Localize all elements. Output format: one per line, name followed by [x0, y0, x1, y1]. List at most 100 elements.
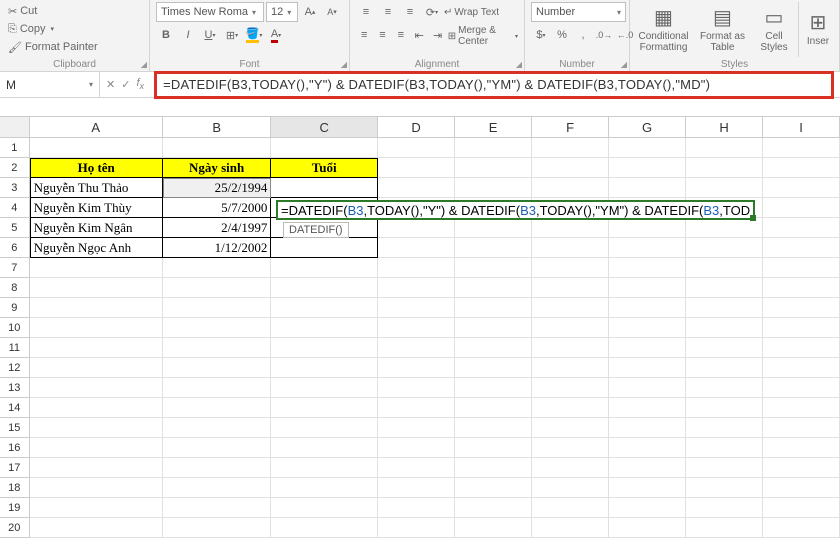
cell[interactable]	[455, 498, 532, 518]
cell[interactable]	[378, 218, 455, 238]
cell[interactable]	[686, 518, 763, 538]
cell[interactable]	[686, 458, 763, 478]
cell[interactable]	[455, 438, 532, 458]
cell[interactable]	[686, 278, 763, 298]
cell[interactable]	[686, 358, 763, 378]
decimal-inc-button[interactable]: .0→	[594, 25, 614, 45]
comma-button[interactable]: ,	[573, 25, 593, 45]
cell[interactable]	[271, 378, 378, 398]
dialog-launcher-icon[interactable]: ◢	[341, 60, 347, 69]
cell[interactable]	[763, 358, 840, 378]
row-header[interactable]: 17	[0, 458, 30, 478]
align-top-button[interactable]: ≡	[356, 2, 376, 22]
cell[interactable]: Nguyễn Thu Thảo	[30, 178, 163, 198]
cell[interactable]	[30, 478, 163, 498]
cell[interactable]	[30, 518, 163, 538]
cell[interactable]	[609, 518, 686, 538]
cell[interactable]	[30, 358, 163, 378]
cell[interactable]	[532, 478, 609, 498]
cell[interactable]	[686, 498, 763, 518]
cell[interactable]	[609, 238, 686, 258]
cell[interactable]	[271, 138, 378, 158]
cell[interactable]	[271, 318, 378, 338]
row-header[interactable]: 12	[0, 358, 30, 378]
cell[interactable]	[455, 458, 532, 478]
cell[interactable]	[532, 458, 609, 478]
name-box[interactable]: M▾	[0, 72, 100, 97]
cell[interactable]	[30, 298, 163, 318]
cell[interactable]	[532, 438, 609, 458]
cell[interactable]	[763, 418, 840, 438]
cell[interactable]	[271, 418, 378, 438]
cell[interactable]	[609, 458, 686, 478]
row-header[interactable]: 13	[0, 378, 30, 398]
cell[interactable]	[378, 518, 455, 538]
row-header[interactable]: 4	[0, 198, 30, 218]
cell[interactable]	[455, 398, 532, 418]
cell[interactable]	[763, 238, 840, 258]
cell[interactable]	[686, 158, 763, 178]
row-header[interactable]: 14	[0, 398, 30, 418]
cell[interactable]	[378, 158, 455, 178]
cell[interactable]	[378, 438, 455, 458]
cell[interactable]	[271, 358, 378, 378]
cell[interactable]: Nguyễn Kim Ngân	[30, 218, 163, 238]
cell[interactable]: Nguyễn Ngọc Anh	[30, 238, 163, 258]
cell[interactable]	[163, 358, 272, 378]
cell[interactable]	[378, 258, 455, 278]
cell[interactable]	[455, 218, 532, 238]
insert-button[interactable]: ⊞Inser	[803, 2, 833, 57]
cell[interactable]	[378, 418, 455, 438]
cell[interactable]	[686, 478, 763, 498]
cell[interactable]	[763, 498, 840, 518]
cell[interactable]	[609, 398, 686, 418]
border-button[interactable]: ⊞▾	[222, 25, 242, 45]
cell[interactable]	[609, 158, 686, 178]
cell[interactable]	[532, 518, 609, 538]
cell[interactable]	[455, 418, 532, 438]
cell[interactable]	[686, 338, 763, 358]
cut-button[interactable]: ✂Cut	[6, 2, 100, 20]
cell[interactable]	[378, 458, 455, 478]
cell[interactable]	[532, 178, 609, 198]
col-header-I[interactable]: I	[763, 117, 840, 137]
cell[interactable]	[532, 218, 609, 238]
cell[interactable]: Nguyễn Kim Thùy	[30, 198, 163, 218]
row-header[interactable]: 8	[0, 278, 30, 298]
row-header[interactable]: 7	[0, 258, 30, 278]
cell[interactable]	[609, 178, 686, 198]
merge-button[interactable]: ⊞Merge & Center▾	[448, 25, 518, 47]
cell[interactable]	[163, 338, 272, 358]
cell[interactable]	[455, 478, 532, 498]
cell[interactable]	[30, 278, 163, 298]
cell[interactable]	[271, 178, 378, 198]
cell[interactable]	[163, 458, 272, 478]
font-color-button[interactable]: A▾	[266, 25, 286, 45]
cell[interactable]	[378, 178, 455, 198]
align-right-button[interactable]: ≡	[393, 25, 409, 45]
cell[interactable]	[378, 298, 455, 318]
header-cell[interactable]: Tuổi	[271, 158, 378, 178]
cell[interactable]	[763, 278, 840, 298]
cell[interactable]	[378, 318, 455, 338]
align-left-button[interactable]: ≡	[356, 25, 372, 45]
cell[interactable]	[378, 498, 455, 518]
cell-styles-button[interactable]: ▭Cell Styles	[754, 2, 794, 57]
cell[interactable]	[609, 278, 686, 298]
row-header[interactable]: 9	[0, 298, 30, 318]
cell[interactable]	[163, 278, 272, 298]
cell[interactable]	[271, 518, 378, 538]
cell[interactable]	[686, 258, 763, 278]
cell[interactable]	[532, 258, 609, 278]
formula-input[interactable]: =DATEDIF(B3,TODAY(),"Y") & DATEDIF(B3,TO…	[154, 71, 834, 99]
cell[interactable]	[163, 378, 272, 398]
cell[interactable]	[763, 158, 840, 178]
header-cell[interactable]: Ngày sinh	[163, 158, 272, 178]
cell[interactable]	[686, 178, 763, 198]
cell[interactable]	[30, 338, 163, 358]
cell[interactable]	[763, 318, 840, 338]
fill-handle[interactable]	[750, 215, 756, 221]
cell[interactable]	[455, 338, 532, 358]
cell[interactable]	[686, 238, 763, 258]
cell[interactable]	[763, 218, 840, 238]
